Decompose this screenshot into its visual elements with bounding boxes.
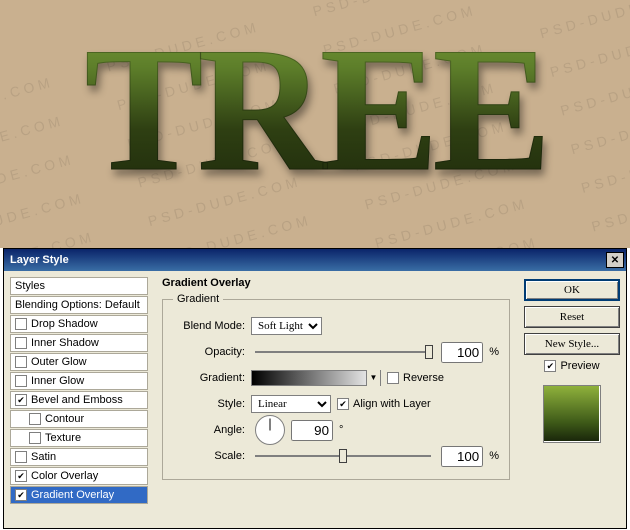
percent-label: % — [489, 450, 499, 462]
sidebar-item-color-overlay[interactable]: ✔Color Overlay — [10, 467, 148, 485]
reverse-label: Reverse — [403, 372, 444, 384]
opacity-slider[interactable] — [251, 343, 435, 361]
sidebar-item-inner-glow[interactable]: Inner Glow — [10, 372, 148, 390]
scale-input[interactable] — [441, 446, 483, 467]
dialog-titlebar[interactable]: Layer Style ✕ — [4, 249, 626, 271]
sidebar-item-outer-glow[interactable]: Outer Glow — [10, 353, 148, 371]
angle-input[interactable] — [291, 420, 333, 441]
checkbox-icon[interactable] — [15, 337, 27, 349]
blend-mode-select[interactable]: Soft Light — [251, 317, 322, 335]
sidebar-item-texture[interactable]: Texture — [10, 429, 148, 447]
checkbox-icon[interactable] — [15, 356, 27, 368]
dialog-right-column: OK Reset New Style... ✔ Preview — [518, 271, 626, 528]
percent-label: % — [489, 346, 499, 358]
checkbox-icon[interactable] — [15, 375, 27, 387]
style-label: Style: — [173, 398, 245, 410]
gradient-label: Gradient: — [173, 372, 245, 384]
sidebar-item-gradient-overlay[interactable]: ✔Gradient Overlay — [10, 486, 148, 504]
sidebar-item-satin[interactable]: Satin — [10, 448, 148, 466]
sidebar-item-contour[interactable]: Contour — [10, 410, 148, 428]
sidebar-item-blending[interactable]: Blending Options: Default — [10, 296, 148, 314]
checkbox-icon[interactable] — [29, 413, 41, 425]
align-checkbox[interactable]: ✔ — [337, 398, 349, 410]
tree-text: TREE — [85, 6, 546, 212]
styles-sidebar: Styles Blending Options: Default Drop Sh… — [4, 271, 154, 528]
ok-button[interactable]: OK — [524, 279, 620, 301]
checkbox-icon[interactable] — [15, 451, 27, 463]
reset-button[interactable]: Reset — [524, 306, 620, 328]
reverse-checkbox[interactable] — [387, 372, 399, 384]
checkbox-icon[interactable]: ✔ — [15, 394, 27, 406]
chevron-down-icon[interactable]: ▼ — [366, 370, 380, 386]
scale-slider[interactable] — [251, 447, 435, 465]
checkbox-icon[interactable] — [15, 318, 27, 330]
preview-checkbox[interactable]: ✔ — [544, 360, 556, 372]
sidebar-item-inner-shadow[interactable]: Inner Shadow — [10, 334, 148, 352]
new-style-button[interactable]: New Style... — [524, 333, 620, 355]
artwork-canvas: PSD-DUDE.COM PSD-DUDE.COM PSD-DUDE.COM P… — [0, 0, 630, 248]
preview-label: Preview — [560, 360, 599, 372]
style-select[interactable]: Linear — [251, 395, 331, 413]
degree-label: ° — [339, 424, 343, 436]
checkbox-icon[interactable]: ✔ — [15, 470, 27, 482]
angle-dial[interactable] — [255, 415, 285, 445]
opacity-label: Opacity: — [173, 346, 245, 358]
sidebar-item-styles[interactable]: Styles — [10, 277, 148, 295]
scale-label: Scale: — [173, 450, 245, 462]
sidebar-item-drop-shadow[interactable]: Drop Shadow — [10, 315, 148, 333]
section-title: Gradient Overlay — [162, 277, 510, 289]
close-icon[interactable]: ✕ — [606, 252, 624, 268]
preview-swatch — [543, 385, 601, 443]
dialog-title: Layer Style — [10, 254, 69, 266]
opacity-input[interactable] — [441, 342, 483, 363]
checkbox-icon[interactable] — [29, 432, 41, 444]
sidebar-item-bevel-emboss[interactable]: ✔Bevel and Emboss — [10, 391, 148, 409]
layer-style-dialog: Layer Style ✕ Styles Blending Options: D… — [3, 248, 627, 529]
align-label: Align with Layer — [353, 398, 431, 410]
options-panel: Gradient Overlay Gradient Blend Mode: So… — [154, 271, 518, 528]
gradient-fieldset: Gradient Blend Mode: Soft Light Opacity:… — [162, 293, 510, 480]
angle-label: Angle: — [173, 424, 245, 436]
gradient-picker[interactable]: ▼ — [251, 370, 381, 386]
checkbox-icon[interactable]: ✔ — [15, 489, 27, 501]
fieldset-legend: Gradient — [173, 293, 223, 305]
blend-mode-label: Blend Mode: — [173, 320, 245, 332]
